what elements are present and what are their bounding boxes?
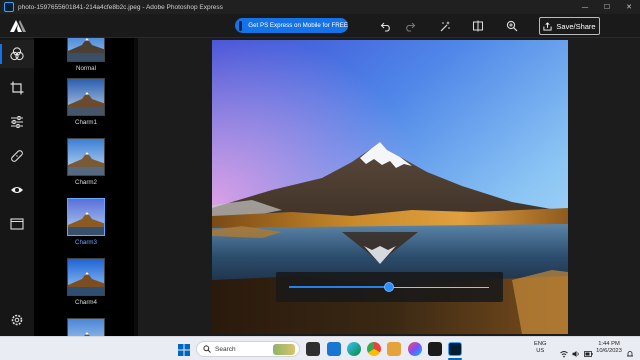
- crop-tool[interactable]: [0, 74, 34, 102]
- auto-fix-icon[interactable]: [437, 18, 453, 34]
- search-placeholder: Search: [215, 345, 236, 353]
- clock-time: 1:44 PM: [598, 341, 620, 347]
- adobe-logo-icon: [4, 16, 32, 36]
- look-label: Charm4: [74, 299, 97, 306]
- share-icon: [543, 21, 552, 31]
- intensity-slider[interactable]: [276, 272, 503, 302]
- look-label: Charm3: [74, 239, 97, 246]
- maximize-button[interactable]: ☐: [596, 0, 618, 14]
- red-eye-icon: [11, 187, 23, 193]
- look-label: Charm1: [74, 119, 97, 126]
- compare-icon[interactable]: [470, 18, 486, 34]
- media-app-icon[interactable]: [408, 342, 422, 356]
- search-highlight-icon: [273, 344, 295, 355]
- look-charm3[interactable]: Charm3: [67, 198, 105, 246]
- task-view-icon[interactable]: [306, 342, 320, 356]
- window-controls: — ☐ ✕: [574, 0, 640, 14]
- title-bar: photo-1597655601841-214a4cfe8b2c.jpeg - …: [0, 0, 640, 14]
- save-share-label: Save/Share: [556, 21, 596, 31]
- look-thumbnail: [67, 198, 105, 236]
- look-thumbnail: [67, 318, 105, 336]
- borders-icon: [10, 218, 24, 230]
- edge-icon[interactable]: [347, 342, 361, 356]
- widgets-icon[interactable]: [327, 342, 341, 356]
- adjustments-tool[interactable]: [0, 108, 34, 136]
- ps-express-icon: [239, 20, 243, 31]
- canvas-area: [138, 38, 640, 336]
- top-toolbar: Get PS Express on Mobile for FREE Save/S…: [0, 14, 640, 38]
- file-explorer-icon[interactable]: [387, 342, 401, 356]
- windows-start-icon[interactable]: [178, 343, 190, 356]
- promo-label: Get PS Express on Mobile for FREE: [248, 22, 348, 29]
- looks-icon: [10, 47, 24, 61]
- looks-tool[interactable]: [0, 40, 34, 68]
- look-label: Charm2: [74, 179, 97, 186]
- look-charm4[interactable]: Charm4: [67, 258, 105, 306]
- region-code: US: [536, 348, 545, 354]
- taskbar-search[interactable]: Search: [196, 341, 300, 357]
- tool-rail: [0, 38, 34, 336]
- healing-icon: [11, 150, 23, 162]
- battery-icon[interactable]: [584, 345, 593, 357]
- clock-date: 10/6/2023: [596, 348, 622, 354]
- look-thumbnail: [67, 38, 105, 62]
- look-charm2[interactable]: Charm2: [67, 138, 105, 186]
- volume-icon[interactable]: [572, 345, 580, 357]
- save-share-button[interactable]: Save/Share: [539, 17, 600, 35]
- wifi-icon[interactable]: [560, 345, 568, 358]
- store-icon[interactable]: [428, 342, 442, 356]
- borders-tool[interactable]: [0, 210, 34, 238]
- adjustments-icon: [11, 116, 23, 128]
- settings-icon: [11, 314, 23, 326]
- healing-tool[interactable]: [0, 142, 34, 170]
- zoom-icon[interactable]: [504, 18, 520, 34]
- settings-tool[interactable]: [0, 306, 34, 334]
- language-indicator[interactable]: ENG US: [534, 341, 547, 355]
- slider-handle[interactable]: [384, 282, 394, 292]
- minimize-button[interactable]: —: [574, 0, 596, 14]
- search-icon: [203, 345, 211, 353]
- look-thumbnail: [67, 138, 105, 176]
- get-mobile-promo-button[interactable]: Get PS Express on Mobile for FREE: [235, 18, 348, 33]
- red-eye-tool[interactable]: [0, 176, 34, 204]
- language-code: ENG: [534, 341, 547, 347]
- chrome-icon[interactable]: [367, 342, 381, 356]
- close-button[interactable]: ✕: [618, 0, 640, 14]
- look-item[interactable]: [67, 318, 105, 336]
- look-label: Normal: [76, 65, 96, 72]
- look-thumbnail: [67, 78, 105, 116]
- clock[interactable]: 1:44 PM 10/6/2023: [596, 341, 622, 355]
- redo-icon[interactable]: [402, 18, 418, 34]
- app-icon: [4, 2, 14, 12]
- photoshop-express-taskbar-icon[interactable]: [448, 342, 462, 356]
- look-charm1[interactable]: Charm1: [67, 78, 105, 126]
- notification-bell-icon[interactable]: [626, 345, 634, 357]
- window-title: photo-1597655601841-214a4cfe8b2c.jpeg - …: [18, 3, 223, 11]
- look-normal[interactable]: Normal: [67, 38, 105, 72]
- looks-panel: Normal Charm1 Charm2 Charm3 Charm4: [34, 38, 138, 336]
- undo-icon[interactable]: [378, 18, 394, 34]
- crop-icon: [10, 81, 24, 95]
- windows-taskbar: Search ENG US 1:44 PM 10/6/2023: [0, 336, 640, 360]
- slider-fill: [289, 286, 389, 288]
- look-thumbnail: [67, 258, 105, 296]
